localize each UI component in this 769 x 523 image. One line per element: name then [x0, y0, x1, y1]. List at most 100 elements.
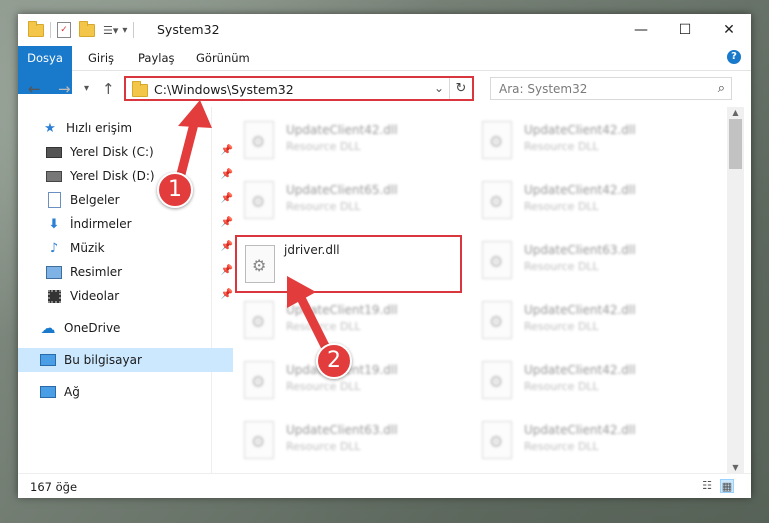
quick-access-dropdown-icon[interactable]: ▾	[122, 25, 127, 36]
tab-view[interactable]: Görünüm	[186, 46, 260, 70]
tab-share[interactable]: Paylaş	[128, 46, 185, 70]
dll-file-icon	[244, 421, 274, 459]
sidebar-item-pictures[interactable]: Resimler 📌	[18, 260, 239, 284]
sidebar-item-local-disk-d[interactable]: Yerel Disk (D:) 📌	[18, 164, 239, 188]
sidebar-item-documents[interactable]: Belgeler 📌	[18, 188, 239, 212]
back-arrow-icon[interactable]: ←	[28, 80, 41, 98]
sidebar-item-label: Müzik	[70, 241, 105, 255]
dll-file-icon	[482, 301, 512, 339]
divider	[50, 22, 51, 38]
title-bar: ✓ ☰▾ ▾ System32 — ☐ ✕	[18, 14, 751, 46]
file-type: Resource DLL	[524, 320, 599, 333]
divider	[133, 22, 135, 38]
sidebar-item-label: OneDrive	[64, 321, 121, 335]
list-item[interactable]: UpdateClient42.dll Resource DLL	[474, 297, 684, 345]
list-item[interactable]: UpdateClient42.dll Resource DLL	[474, 177, 684, 225]
dll-file-icon	[482, 361, 512, 399]
file-type: Resource DLL	[524, 200, 599, 213]
address-path: C:\Windows\System32	[154, 82, 294, 97]
navigation-bar: ← → ▾ ↑ C:\Windows\System32 ⌄ ↻ Ara: Sys…	[18, 71, 751, 107]
sidebar-item-videos[interactable]: Videolar 📌	[18, 284, 239, 308]
annotation-badge-2: 2	[316, 343, 352, 379]
file-type: Resource DLL	[286, 140, 361, 153]
details-view-icon[interactable]: ☷	[700, 479, 714, 493]
sidebar-item-label: Ağ	[64, 385, 80, 399]
search-input[interactable]: Ara: System32 ⌕	[490, 77, 732, 100]
sidebar-item-label: Belgeler	[70, 193, 120, 207]
refresh-icon[interactable]: ↻	[449, 78, 472, 99]
explorer-window: ✓ ☰▾ ▾ System32 — ☐ ✕ Dosya Giriş Paylaş…	[18, 14, 751, 498]
list-item-jdriver[interactable]: jdriver.dll	[235, 235, 462, 293]
file-type: Resource DLL	[524, 380, 599, 393]
scrollbar-thumb[interactable]	[729, 119, 742, 169]
file-type: Resource DLL	[524, 260, 599, 273]
list-item[interactable]: UpdateClient19.dll Resource DLL	[236, 297, 446, 345]
scroll-down-icon[interactable]: ▼	[727, 463, 744, 472]
sidebar-item-network[interactable]: Ağ	[18, 380, 233, 404]
close-button[interactable]: ✕	[707, 14, 751, 46]
dll-file-icon	[482, 181, 512, 219]
properties-icon[interactable]: ✓	[57, 22, 71, 38]
file-name: jdriver.dll	[284, 243, 340, 257]
computer-icon	[40, 352, 56, 368]
dll-file-icon	[482, 241, 512, 279]
file-name: UpdateClient65.dll	[286, 183, 398, 197]
sidebar-item-onedrive[interactable]: ☁ OneDrive	[18, 316, 233, 340]
dll-file-icon	[244, 361, 274, 399]
music-icon: ♪	[49, 240, 59, 256]
sidebar-item-quick-access[interactable]: ★ Hızlı erişim	[18, 116, 235, 140]
file-type: Resource DLL	[286, 380, 361, 393]
sidebar-item-downloads[interactable]: ⬇ İndirmeler 📌	[18, 212, 239, 236]
file-type: Resource DLL	[286, 440, 361, 453]
sidebar-item-label: Bu bilgisayar	[64, 353, 142, 367]
file-name: UpdateClient42.dll	[524, 303, 636, 317]
star-icon: ★	[44, 120, 56, 136]
window-title: System32	[157, 22, 220, 37]
file-name: UpdateClient42.dll	[524, 123, 636, 137]
large-icons-view-icon[interactable]: ▦	[720, 479, 734, 493]
file-list: UpdateClient42.dll Resource DLL UpdateCl…	[212, 107, 725, 473]
list-item[interactable]: UpdateClient42.dll Resource DLL	[474, 417, 684, 465]
new-folder-icon[interactable]	[79, 20, 95, 37]
download-icon: ⬇	[48, 216, 60, 232]
ribbon-tabs: Dosya Giriş Paylaş Görünüm ?	[18, 46, 751, 94]
maximize-button[interactable]: ☐	[663, 14, 707, 46]
address-bar[interactable]: C:\Windows\System32 ⌄ ↻	[124, 76, 474, 101]
item-count: 167 öğe	[30, 480, 78, 494]
up-arrow-icon[interactable]: ↑	[102, 80, 115, 98]
dll-file-icon	[244, 181, 274, 219]
scroll-up-icon[interactable]: ▲	[727, 108, 744, 117]
folder-icon	[28, 20, 44, 37]
recent-locations-icon[interactable]: ▾	[84, 83, 89, 94]
chevron-down-icon[interactable]: ⌄	[434, 81, 444, 95]
sidebar-item-music[interactable]: ♪ Müzik 📌	[18, 236, 239, 260]
file-name: UpdateClient42.dll	[286, 123, 398, 137]
annotation-badge-1: 1	[157, 172, 193, 208]
vertical-scrollbar[interactable]: ▲ ▼	[727, 107, 744, 473]
search-placeholder: Ara: System32	[499, 82, 588, 96]
sidebar-item-label: Yerel Disk (C:)	[70, 145, 154, 159]
sidebar-item-label: Videolar	[70, 289, 120, 303]
dll-file-icon	[244, 121, 274, 159]
sidebar-item-this-pc[interactable]: Bu bilgisayar	[18, 348, 233, 372]
forward-arrow-icon[interactable]: →	[58, 80, 71, 98]
pictures-icon	[46, 264, 62, 280]
list-item[interactable]: UpdateClient65.dll Resource DLL	[236, 177, 446, 225]
list-item[interactable]: UpdateClient42.dll Resource DLL	[474, 117, 684, 165]
sidebar-item-label: Hızlı erişim	[66, 121, 133, 135]
file-name: UpdateClient63.dll	[286, 423, 398, 437]
help-icon[interactable]: ?	[727, 50, 741, 64]
sidebar-item-local-disk-c[interactable]: Yerel Disk (C:) 📌	[18, 140, 239, 164]
status-bar: 167 öğe ☷ ▦	[18, 473, 751, 498]
minimize-button[interactable]: —	[619, 14, 663, 46]
dll-file-icon	[244, 301, 274, 339]
dll-file-icon	[482, 121, 512, 159]
list-item[interactable]: UpdateClient42.dll Resource DLL	[474, 357, 684, 405]
file-type: Resource DLL	[286, 320, 361, 333]
list-item[interactable]: UpdateClient63.dll Resource DLL	[236, 417, 446, 465]
search-icon[interactable]: ⌕	[718, 81, 725, 96]
tab-home[interactable]: Giriş	[78, 46, 124, 70]
customize-toolbar-icon[interactable]: ☰▾	[103, 24, 118, 37]
list-item[interactable]: UpdateClient42.dll Resource DLL	[236, 117, 446, 165]
list-item[interactable]: UpdateClient63.dll Resource DLL	[474, 237, 684, 285]
